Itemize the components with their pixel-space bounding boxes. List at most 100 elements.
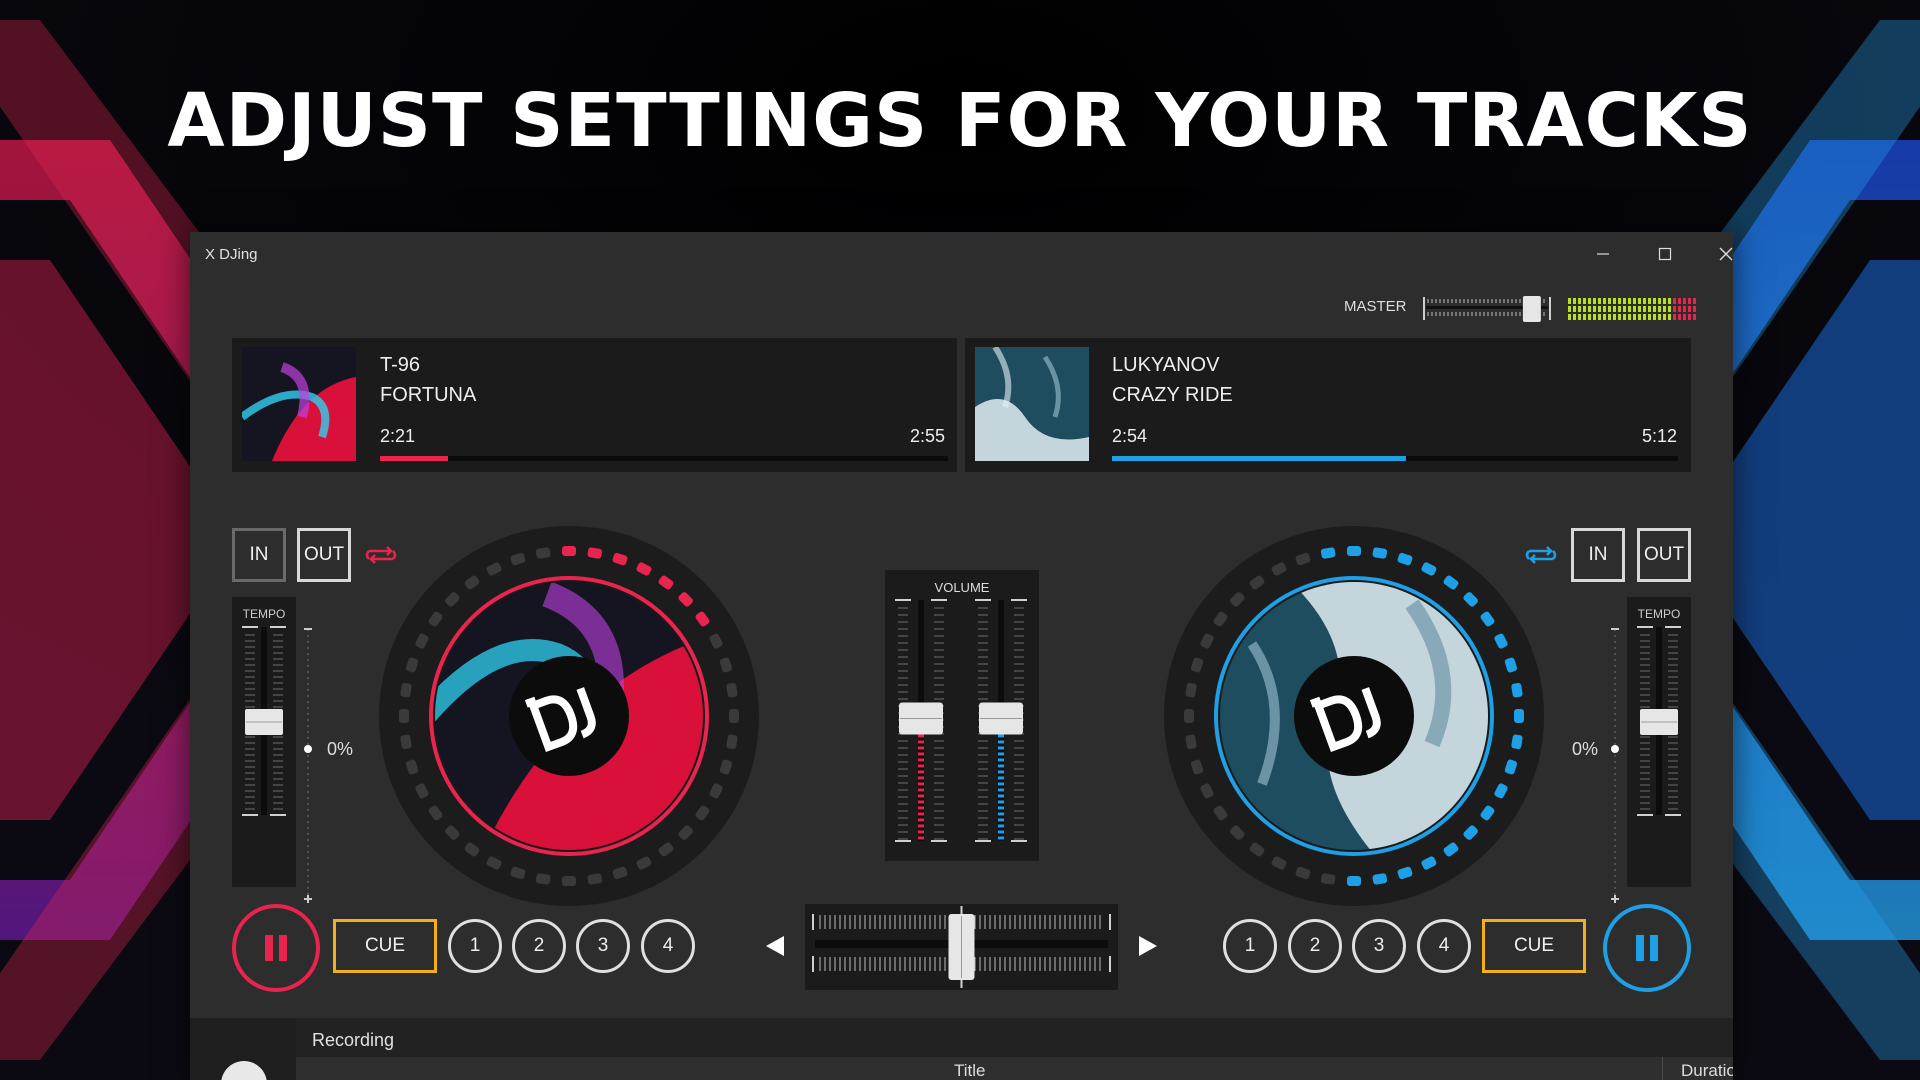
column-divider bbox=[1662, 1057, 1663, 1080]
loop-in-button-a[interactable]: IN bbox=[232, 528, 286, 582]
column-duration[interactable]: Duration bbox=[1681, 1061, 1733, 1080]
master-slider[interactable] bbox=[1423, 296, 1551, 322]
meter-segment bbox=[1613, 314, 1616, 320]
volume-level-segment bbox=[998, 800, 1004, 804]
volume-level-segment bbox=[998, 830, 1004, 834]
meter-segment bbox=[1663, 306, 1666, 312]
volume-level-segment bbox=[918, 752, 924, 756]
meter-segment bbox=[1593, 306, 1596, 312]
hotcue-1-button-b[interactable]: 1 bbox=[1223, 919, 1277, 973]
volume-level-segment bbox=[998, 746, 1004, 750]
hotcue-4-button-b[interactable]: 4 bbox=[1417, 919, 1471, 973]
meter-segment bbox=[1678, 298, 1681, 304]
recording-label: Recording bbox=[312, 1030, 395, 1050]
loop-in-button-b[interactable]: IN bbox=[1571, 528, 1625, 582]
tempo-value-b: 0% bbox=[1572, 739, 1599, 759]
hotcue-2-button-a[interactable]: 2 bbox=[512, 919, 566, 973]
album-art-b bbox=[975, 347, 1089, 461]
meter-segment bbox=[1683, 306, 1686, 312]
meter-segment bbox=[1633, 298, 1636, 304]
volume-level-segment bbox=[998, 770, 1004, 774]
crossfader-panel bbox=[805, 904, 1118, 990]
volume-level-segment bbox=[918, 758, 924, 762]
meter-segment bbox=[1688, 314, 1691, 320]
minimize-button[interactable] bbox=[1581, 236, 1625, 272]
volume-panel: VOLUME bbox=[885, 570, 1039, 861]
tempo-value-a: 0% bbox=[327, 739, 354, 759]
progress-bar-b[interactable] bbox=[1112, 456, 1678, 461]
loop-out-button-b[interactable]: OUT bbox=[1637, 528, 1691, 582]
hotcue-4-button-a[interactable]: 4 bbox=[641, 919, 695, 973]
meter-segment bbox=[1668, 306, 1671, 312]
master-controls bbox=[1423, 296, 1696, 322]
meter-segment bbox=[1628, 298, 1631, 304]
cue-button-a[interactable]: CUE bbox=[333, 919, 437, 973]
volume-level-segment bbox=[918, 764, 924, 768]
hotcue-2-button-b[interactable]: 2 bbox=[1288, 919, 1342, 973]
maximize-button[interactable] bbox=[1643, 236, 1687, 272]
meter-segment bbox=[1668, 314, 1671, 320]
meter-segment bbox=[1683, 314, 1686, 320]
jog-wheel-b[interactable] bbox=[1162, 524, 1546, 908]
jog-wheel-a[interactable] bbox=[377, 524, 761, 908]
loop-out-button-a[interactable]: OUT bbox=[297, 528, 351, 582]
meter-segment bbox=[1568, 314, 1571, 320]
nudge-left-button[interactable] bbox=[762, 932, 786, 960]
volume-level-segment bbox=[918, 824, 924, 828]
meter-segment bbox=[1673, 306, 1676, 312]
minimize-icon bbox=[1597, 253, 1609, 255]
cue-button-b[interactable]: CUE bbox=[1482, 919, 1586, 973]
maximize-icon bbox=[1658, 247, 1672, 261]
meter-segment bbox=[1693, 306, 1696, 312]
track-panel-b: LUKYANOV CRAZY RIDE 2:54 5:12 bbox=[965, 338, 1691, 472]
meter-segment bbox=[1653, 298, 1656, 304]
meter-segment bbox=[1663, 298, 1666, 304]
volume-level-segment bbox=[918, 800, 924, 804]
meter-segment bbox=[1648, 298, 1651, 304]
volume-faders[interactable] bbox=[885, 598, 1039, 861]
play-pause-button-a[interactable] bbox=[232, 904, 320, 992]
meter-segment bbox=[1603, 314, 1606, 320]
meter-segment bbox=[1693, 298, 1696, 304]
tempo-label-b: TEMPO bbox=[1637, 607, 1681, 621]
column-title[interactable]: Title bbox=[954, 1061, 986, 1080]
meter-segment bbox=[1633, 314, 1636, 320]
volume-level-segment bbox=[918, 734, 924, 738]
meter-segment bbox=[1658, 298, 1661, 304]
nudge-right-button[interactable] bbox=[1137, 932, 1161, 960]
hotcue-3-button-b[interactable]: 3 bbox=[1352, 919, 1406, 973]
title-bar: X DJing bbox=[190, 232, 1733, 276]
volume-level-segment bbox=[998, 812, 1004, 816]
meter-segment bbox=[1658, 314, 1661, 320]
tempo-scale-b bbox=[1611, 628, 1619, 903]
platter-led bbox=[399, 709, 409, 723]
meter-segment bbox=[1628, 314, 1631, 320]
meter-segment bbox=[1688, 298, 1691, 304]
meter-segment bbox=[1618, 298, 1621, 304]
meter-segment bbox=[1693, 314, 1696, 320]
meter-segment bbox=[1628, 306, 1631, 312]
meter-segment bbox=[1603, 298, 1606, 304]
meter-segment bbox=[1608, 306, 1611, 312]
volume-level-segment bbox=[918, 818, 924, 822]
time-total-b: 5:12 bbox=[1641, 426, 1677, 446]
progress-bar-a[interactable] bbox=[380, 456, 948, 461]
hotcue-1-button-a[interactable]: 1 bbox=[448, 919, 502, 973]
tempo-slider-a[interactable] bbox=[232, 625, 296, 887]
master-slider-thumb[interactable] bbox=[1522, 296, 1541, 322]
tempo-panel-b: TEMPO bbox=[1627, 597, 1691, 887]
play-pause-button-b[interactable] bbox=[1603, 904, 1691, 992]
hotcue-3-button-a[interactable]: 3 bbox=[576, 919, 630, 973]
progress-fill-a bbox=[380, 456, 449, 461]
close-button[interactable] bbox=[1704, 236, 1733, 272]
meter-segment bbox=[1678, 314, 1681, 320]
meter-segment bbox=[1668, 298, 1671, 304]
meter-segment bbox=[1648, 306, 1651, 312]
track-panel-a: T-96 FORTUNA 2:21 2:55 bbox=[232, 338, 957, 472]
meter-segment bbox=[1593, 298, 1596, 304]
meter-segment bbox=[1603, 306, 1606, 312]
platter-led-lit bbox=[1347, 876, 1361, 886]
crossfader[interactable] bbox=[805, 904, 1118, 990]
tempo-slider-b[interactable] bbox=[1627, 625, 1691, 887]
platter-led bbox=[729, 709, 739, 723]
